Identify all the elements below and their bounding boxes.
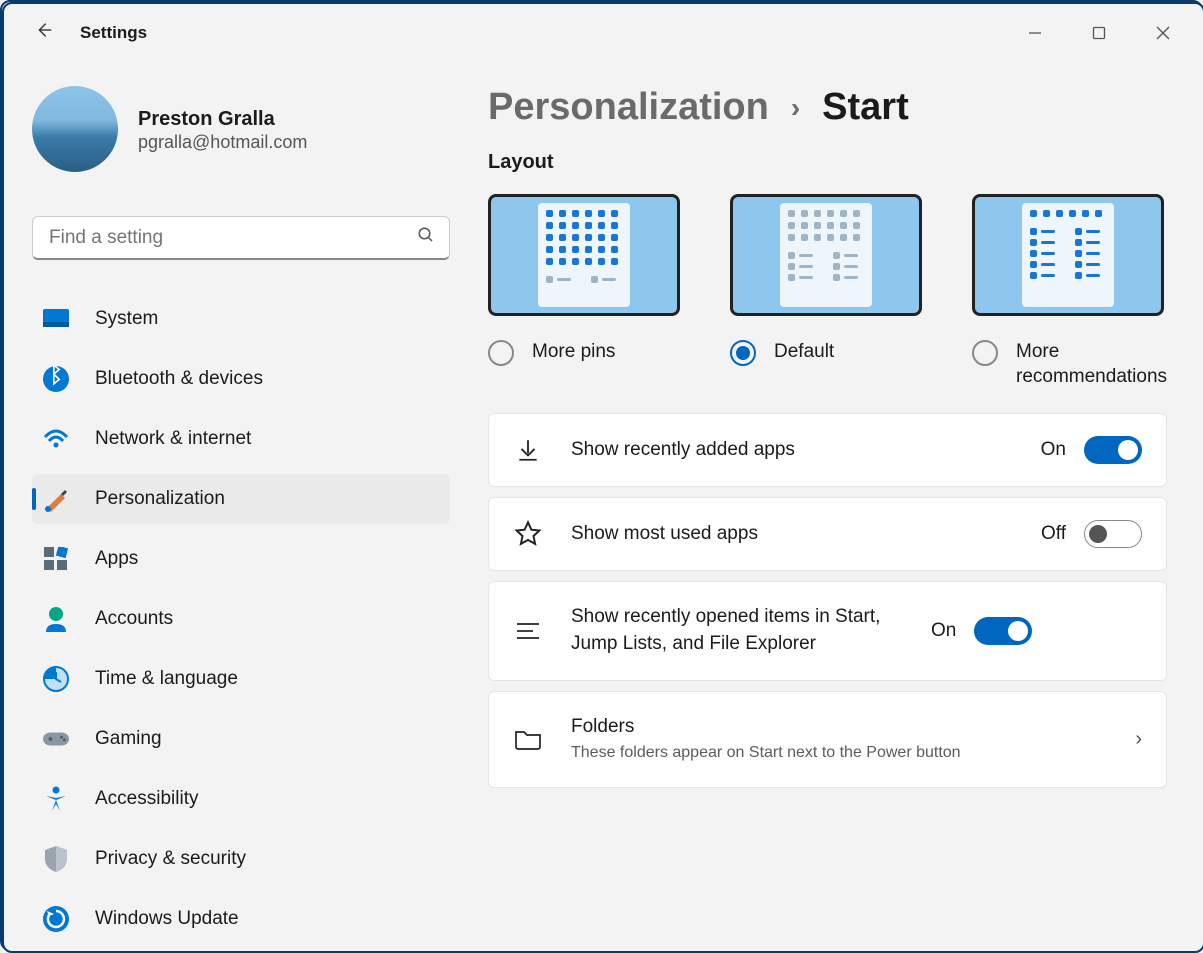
layout-preview-more-pins	[488, 194, 680, 316]
list-icon	[513, 621, 543, 641]
accounts-icon	[43, 606, 69, 632]
radio-default[interactable]	[730, 340, 756, 366]
minimize-button[interactable]	[1003, 11, 1067, 55]
breadcrumb-current: Start	[822, 86, 909, 129]
profile-block[interactable]: Preston Gralla pgralla@hotmail.com	[32, 86, 450, 172]
layout-preview-more-recs	[972, 194, 1164, 316]
accessibility-icon	[43, 786, 69, 812]
radio-more-pins[interactable]	[488, 340, 514, 366]
profile-name: Preston Gralla	[138, 106, 307, 132]
chevron-right-icon: ›	[791, 92, 800, 124]
section-layout-title: Layout	[488, 151, 1167, 174]
search-input[interactable]	[47, 226, 417, 250]
folder-icon	[513, 727, 543, 751]
breadcrumb-parent[interactable]: Personalization	[488, 86, 769, 129]
privacy-icon	[43, 846, 69, 872]
toggle-recently-added[interactable]	[1084, 436, 1142, 464]
nav-privacy[interactable]: Privacy & security	[32, 834, 450, 884]
layout-option-more-pins[interactable]: More pins	[488, 194, 680, 389]
update-icon	[43, 906, 69, 932]
apps-icon	[43, 546, 69, 572]
nav-time[interactable]: Time & language	[32, 654, 450, 704]
nav-accessibility[interactable]: Accessibility	[32, 774, 450, 824]
network-icon	[43, 426, 69, 452]
layout-option-more-recommendations[interactable]: More recommendations	[972, 194, 1167, 389]
nav-network[interactable]: Network & internet	[32, 414, 450, 464]
maximize-button[interactable]	[1067, 11, 1131, 55]
close-button[interactable]	[1131, 11, 1195, 55]
radio-more-recommendations[interactable]	[972, 340, 998, 366]
breadcrumb: Personalization › Start	[488, 86, 1167, 129]
star-icon	[513, 520, 543, 548]
profile-email: pgralla@hotmail.com	[138, 132, 307, 153]
toggle-recent-items[interactable]	[974, 617, 1032, 645]
download-icon	[513, 437, 543, 463]
nav-update[interactable]: Windows Update	[32, 894, 450, 944]
nav-list: System Bluetooth & devices Network & int…	[32, 294, 450, 944]
back-button[interactable]	[32, 19, 54, 47]
nav-apps[interactable]: Apps	[32, 534, 450, 584]
time-icon	[43, 666, 69, 692]
app-title: Settings	[80, 23, 1003, 43]
search-icon	[417, 226, 435, 249]
nav-system[interactable]: System	[32, 294, 450, 344]
nav-personalization[interactable]: Personalization	[32, 474, 450, 524]
layout-option-default[interactable]: Default	[730, 194, 922, 389]
setting-most-used[interactable]: Show most used apps Off	[488, 497, 1167, 571]
nav-bluetooth[interactable]: Bluetooth & devices	[32, 354, 450, 404]
system-icon	[43, 306, 69, 332]
nav-accounts[interactable]: Accounts	[32, 594, 450, 644]
layout-preview-default	[730, 194, 922, 316]
personalization-icon	[43, 486, 69, 512]
search-box[interactable]	[32, 216, 450, 260]
setting-recent-items[interactable]: Show recently opened items in Start, Jum…	[488, 581, 1167, 680]
setting-folders[interactable]: Folders These folders appear on Start ne…	[488, 691, 1167, 788]
bluetooth-icon	[43, 366, 69, 392]
gaming-icon	[43, 726, 69, 752]
nav-gaming[interactable]: Gaming	[32, 714, 450, 764]
toggle-most-used[interactable]	[1084, 520, 1142, 548]
chevron-right-icon: ›	[1135, 728, 1142, 751]
avatar	[32, 86, 118, 172]
setting-recently-added[interactable]: Show recently added apps On	[488, 413, 1167, 487]
